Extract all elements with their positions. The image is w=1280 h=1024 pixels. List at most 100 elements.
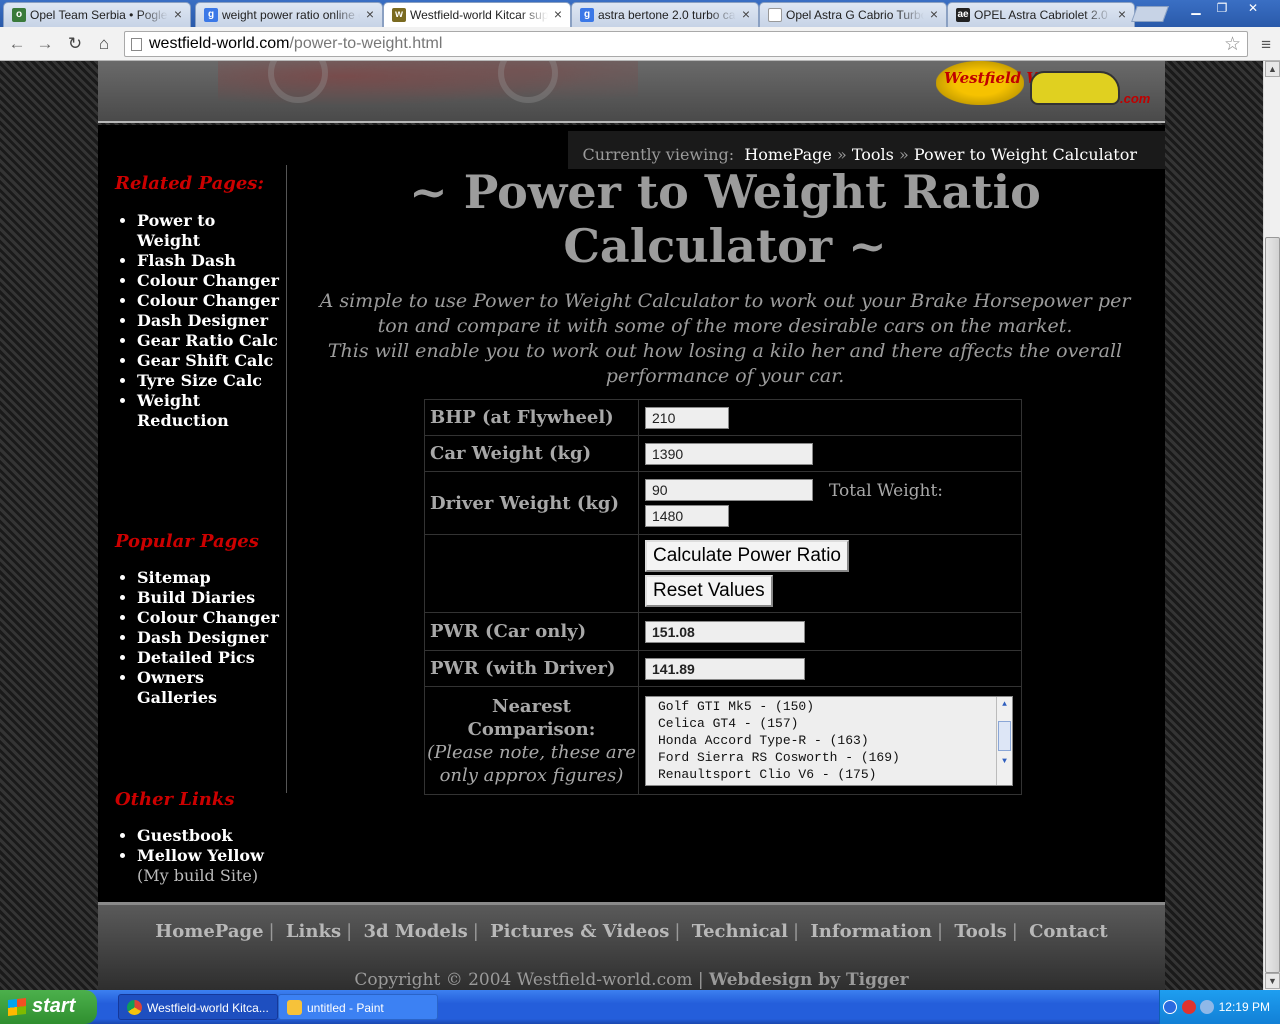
site-footer: HomePage | Links | 3d Models | Pictures & V… bbox=[98, 902, 1165, 990]
sidebar-link[interactable]: Colour Changer bbox=[137, 291, 282, 311]
site-logo[interactable]: Westfield World .com bbox=[934, 61, 1152, 115]
scroll-down-arrow-icon[interactable]: ▼ bbox=[998, 755, 1011, 769]
sidebar-link[interactable]: Build Diaries bbox=[137, 588, 282, 608]
reset-button[interactable]: Reset Values bbox=[645, 575, 773, 607]
system-tray: 12:19 PM bbox=[1159, 990, 1280, 1024]
menu-icon[interactable]: ≡ bbox=[1261, 35, 1271, 55]
scroll-down-arrow-icon[interactable]: ▼ bbox=[1265, 973, 1280, 989]
page-scrollbar[interactable]: ▲ ▼ bbox=[1263, 61, 1280, 990]
reload-icon[interactable]: ↻ bbox=[64, 33, 86, 55]
sidebar-link[interactable]: Mellow Yellow(My build Site) bbox=[137, 846, 282, 886]
url-path: /power-to-weight.html bbox=[289, 35, 443, 52]
footer-link[interactable]: Pictures & Videos bbox=[490, 921, 669, 942]
taskbar-button-label: untitled - Paint bbox=[307, 1001, 384, 1015]
address-bar[interactable]: westfield-world.com/power-to-weight.html… bbox=[124, 31, 1248, 57]
taskbar-button-browser[interactable]: Westfield-world Kitca... bbox=[118, 994, 278, 1020]
sidebar-link[interactable]: Colour Changer bbox=[137, 271, 282, 291]
sidebar-link[interactable]: Sitemap bbox=[137, 568, 282, 588]
start-button[interactable]: start bbox=[0, 990, 97, 1024]
close-tab-icon[interactable]: × bbox=[1118, 6, 1126, 22]
other-links-list: Guestbook Mellow Yellow(My build Site) bbox=[137, 826, 282, 886]
restore-icon[interactable]: ❐ bbox=[1209, 0, 1235, 18]
forum-icon: o bbox=[12, 8, 26, 22]
footer-link[interactable]: Information bbox=[810, 921, 932, 942]
sidebar-link[interactable]: Guestbook bbox=[137, 826, 282, 846]
sidebar-link[interactable]: Colour Changer bbox=[137, 608, 282, 628]
page-title: ~ Power to Weight Ratio Calculator ~ bbox=[409, 165, 1041, 273]
total-weight-label: Total Weight: bbox=[829, 481, 944, 501]
scroll-thumb[interactable] bbox=[998, 720, 1011, 751]
total-weight-input[interactable] bbox=[645, 505, 729, 527]
tab-title: OPEL Astra Cabriolet 2.0 16 bbox=[974, 8, 1112, 22]
sidebar-link[interactable]: Dash Designer bbox=[137, 628, 282, 648]
forward-arrow-icon[interactable]: → bbox=[34, 33, 56, 55]
tab-title: weight power ratio online ca bbox=[222, 8, 360, 22]
pwr-car-output[interactable] bbox=[645, 620, 805, 643]
breadcrumb-separator: » bbox=[898, 145, 909, 164]
close-tab-icon[interactable]: × bbox=[366, 6, 374, 22]
comparison-line: Honda Accord Type-R - (163) bbox=[658, 732, 869, 748]
browser-tab[interactable]: o Opel Team Serbia • Pogleda × bbox=[3, 2, 191, 27]
minimize-icon[interactable]: ▁ bbox=[1183, 0, 1209, 18]
close-tab-icon[interactable]: × bbox=[742, 6, 750, 22]
car-weight-label: Car Weight (kg) bbox=[424, 435, 639, 472]
sidebar-link[interactable]: Detailed Pics bbox=[137, 648, 282, 668]
sidebar-link[interactable]: Weight Reduction bbox=[137, 391, 282, 431]
comparison-textarea[interactable]: Golf GTI Mk5 - (150) Celica GT4 - (157) … bbox=[645, 695, 1013, 786]
comparison-line: Celica GT4 - (157) bbox=[658, 715, 799, 731]
sidebar-link[interactable]: Gear Ratio Calc bbox=[137, 331, 282, 351]
breadcrumb-home[interactable]: HomePage bbox=[744, 145, 832, 164]
browser-tab[interactable]: g weight power ratio online ca × bbox=[195, 2, 383, 27]
back-arrow-icon[interactable]: ← bbox=[6, 33, 28, 55]
close-tab-icon[interactable]: × bbox=[930, 6, 938, 22]
browser-tab-active[interactable]: w Westfield-world Kitcar suppo × bbox=[383, 2, 571, 27]
sidebar-link[interactable]: Flash Dash bbox=[137, 251, 282, 271]
sidebar-link[interactable]: Owners Galleries bbox=[137, 668, 282, 708]
kitcar-icon bbox=[1030, 71, 1120, 105]
scroll-up-arrow-icon[interactable]: ▲ bbox=[998, 698, 1011, 712]
comparison-label-line: Nearest bbox=[492, 695, 571, 717]
scroll-thumb[interactable] bbox=[1265, 237, 1280, 973]
scroll-up-arrow-icon[interactable]: ▲ bbox=[1265, 61, 1280, 77]
tab-title: astra bertone 2.0 turbo cab bbox=[598, 8, 736, 22]
bookmark-star-icon[interactable]: ☆ bbox=[1224, 33, 1241, 56]
footer-link[interactable]: 3d Models bbox=[363, 921, 467, 942]
footer-link[interactable]: HomePage bbox=[155, 921, 263, 942]
webdesign-credit[interactable]: Webdesign by Tigger bbox=[709, 970, 909, 990]
sidebar-link[interactable]: Power to Weight bbox=[137, 211, 282, 251]
taskbar-button-paint[interactable]: untitled - Paint bbox=[278, 994, 438, 1020]
windows-logo-icon bbox=[8, 998, 26, 1016]
sidebar-divider bbox=[286, 165, 287, 793]
pwr-driver-output[interactable] bbox=[645, 657, 805, 680]
home-icon[interactable]: ⌂ bbox=[93, 33, 115, 55]
calculate-button[interactable]: Calculate Power Ratio bbox=[645, 540, 849, 572]
related-pages-list: Power to Weight Flash Dash Colour Change… bbox=[137, 211, 282, 431]
antivirus-icon[interactable] bbox=[1182, 1000, 1196, 1014]
close-tab-icon[interactable]: × bbox=[554, 6, 562, 22]
new-tab-button[interactable] bbox=[1131, 6, 1169, 22]
car-weight-input[interactable] bbox=[645, 442, 813, 465]
sidebar-link[interactable]: Gear Shift Calc bbox=[137, 351, 282, 371]
network-icon[interactable] bbox=[1200, 1000, 1214, 1014]
sidebar-link-note: (My build Site) bbox=[137, 866, 259, 885]
other-links-heading: Other Links bbox=[115, 789, 235, 810]
driver-weight-input[interactable] bbox=[645, 479, 813, 501]
bhp-input[interactable] bbox=[645, 406, 729, 429]
textarea-scrollbar[interactable]: ▲ ▼ bbox=[996, 696, 1012, 785]
footer-link[interactable]: Tools bbox=[954, 921, 1006, 942]
popular-pages-heading: Popular Pages bbox=[115, 531, 259, 552]
sidebar-link[interactable]: Dash Designer bbox=[137, 311, 282, 331]
tray-arrow-icon[interactable] bbox=[1163, 1000, 1177, 1014]
footer-link[interactable]: Links bbox=[286, 921, 341, 942]
footer-link[interactable]: Contact bbox=[1029, 921, 1108, 942]
browser-tab[interactable]: Opel Astra G Cabrio Turbo 2 × bbox=[759, 2, 947, 27]
close-window-icon[interactable]: ✕ bbox=[1240, 0, 1266, 18]
sidebar: Related Pages: Power to Weight Flash Das… bbox=[98, 165, 287, 902]
close-tab-icon[interactable]: × bbox=[174, 6, 182, 22]
bhp-label: BHP (at Flywheel) bbox=[424, 399, 639, 436]
browser-tab[interactable]: g astra bertone 2.0 turbo cab × bbox=[571, 2, 759, 27]
footer-link[interactable]: Technical bbox=[692, 921, 788, 942]
sidebar-link[interactable]: Tyre Size Calc bbox=[137, 371, 282, 391]
breadcrumb-tools[interactable]: Tools bbox=[852, 145, 894, 164]
browser-tab[interactable]: ae OPEL Astra Cabriolet 2.0 16 × bbox=[947, 2, 1135, 27]
